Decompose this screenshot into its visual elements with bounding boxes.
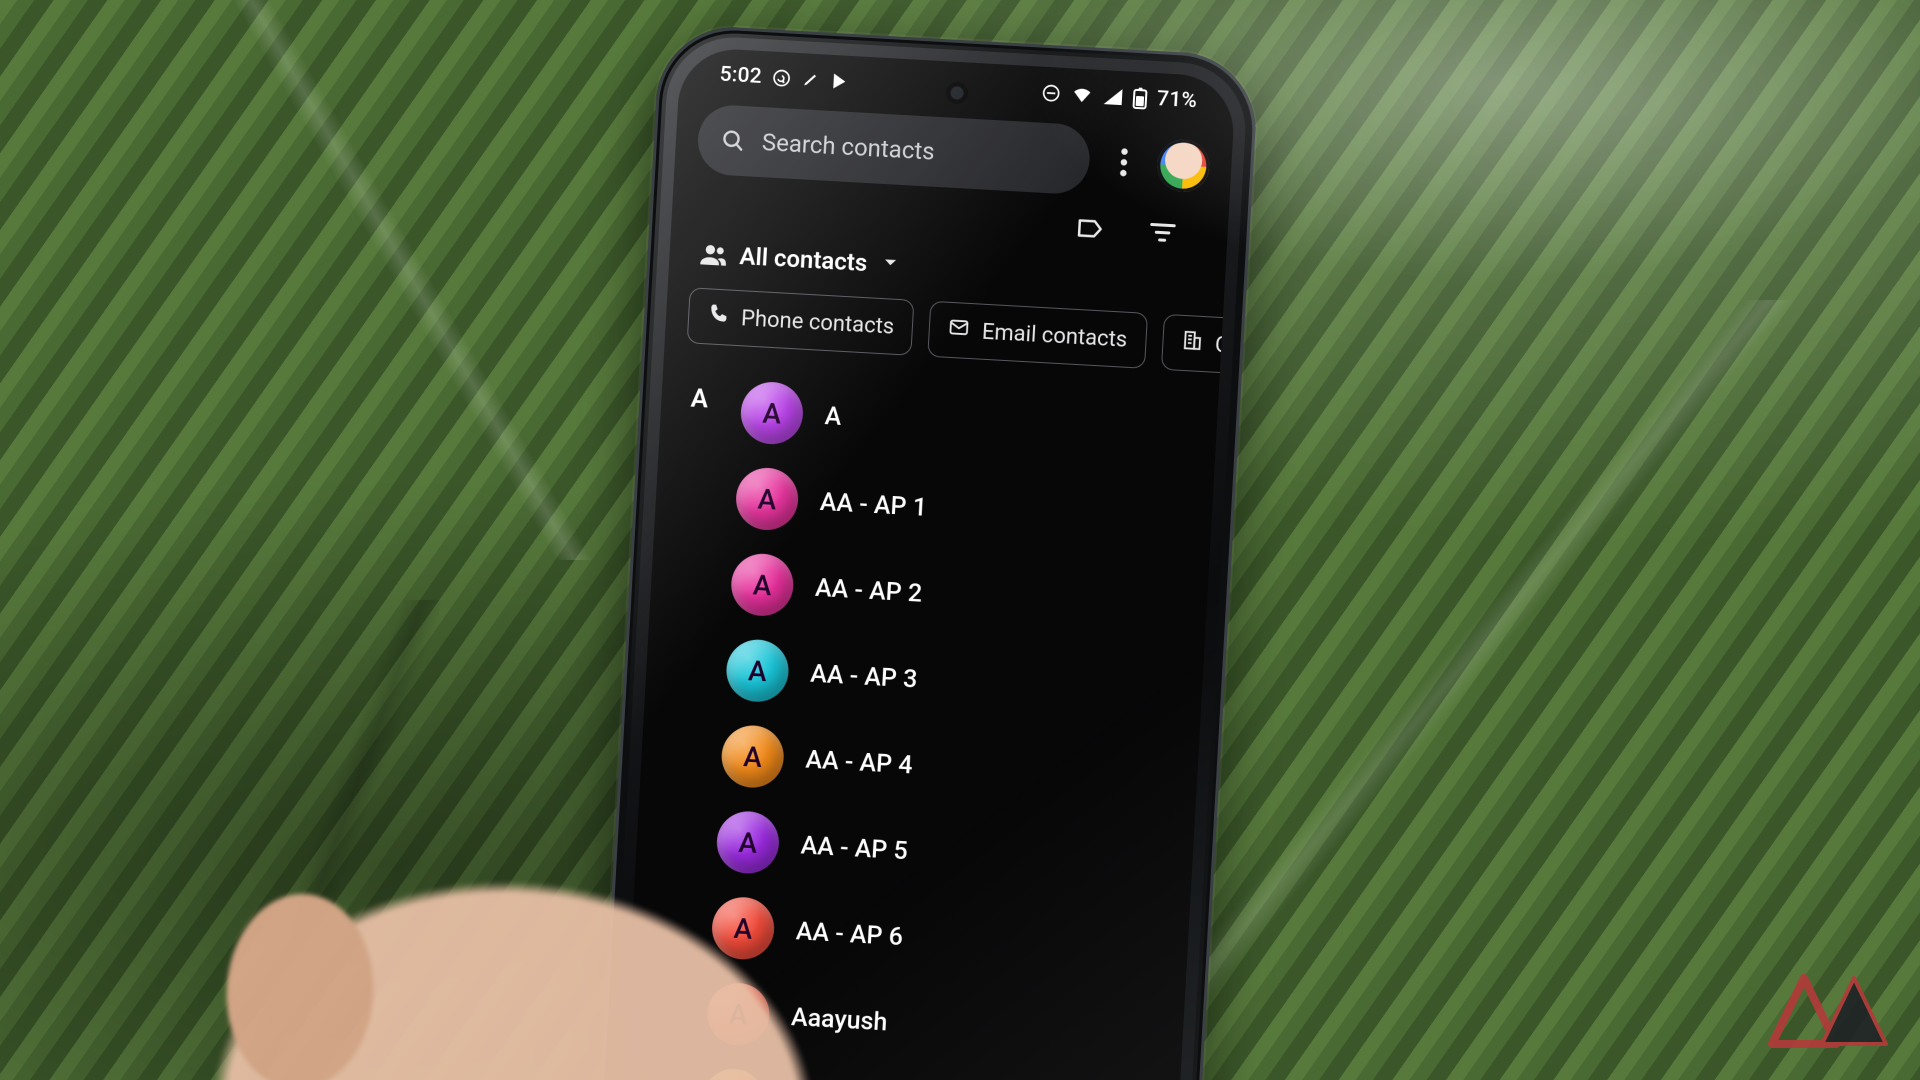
contact-avatar: A	[706, 981, 771, 1046]
company-icon	[1180, 329, 1204, 358]
status-time: 5:02	[719, 63, 762, 89]
search-icon	[719, 127, 746, 154]
chip-label: Email contacts	[981, 319, 1128, 352]
battery-icon	[1132, 87, 1147, 110]
signal-icon	[1103, 87, 1124, 106]
filter-button[interactable]	[1140, 210, 1184, 254]
chip-label: Company	[1214, 332, 1236, 362]
screen: 5:02	[612, 46, 1236, 1080]
section-a: A AAAAA - AP 1AAA - AP 2AAA - AP 3AAA - …	[620, 364, 1218, 1080]
phone: 5:02	[589, 23, 1260, 1080]
contact-name: Aaayush	[790, 1003, 888, 1037]
stylus-icon	[801, 70, 820, 89]
play-store-icon	[829, 71, 850, 92]
chip-label: Phone contacts	[740, 306, 894, 340]
search-bar[interactable]: Search contacts	[696, 104, 1091, 196]
contacts-source-label: All contacts	[739, 242, 868, 277]
contact-name: AA - AP 4	[805, 745, 913, 780]
contact-avatar: A	[739, 380, 804, 445]
contact-avatar: A	[710, 896, 775, 961]
status-battery: 71%	[1156, 87, 1197, 113]
contact-avatar: A	[715, 810, 780, 875]
phone-body: 5:02	[589, 23, 1260, 1080]
watermark-logo	[1762, 960, 1892, 1060]
chevron-down-icon	[878, 251, 901, 278]
contact-name: A	[824, 402, 842, 432]
contact-name: AA - AP 6	[795, 917, 903, 952]
wifi-icon	[1071, 85, 1094, 104]
phone-icon	[706, 302, 730, 331]
label-button[interactable]	[1069, 206, 1113, 250]
contact-avatar: A	[730, 552, 795, 617]
contact-name: AA - AP 2	[814, 573, 922, 608]
contact-name: AA - AP 1	[819, 487, 927, 522]
photo-background: 5:02	[0, 0, 1920, 1080]
more-options-button[interactable]	[1102, 126, 1146, 198]
contact-avatar: A	[734, 466, 799, 531]
chip-email-contacts[interactable]: Email contacts	[928, 301, 1148, 369]
people-icon	[699, 240, 729, 270]
chip-phone-contacts[interactable]: Phone contacts	[687, 287, 915, 355]
search-placeholder: Search contacts	[761, 128, 935, 166]
contacts-list[interactable]: A AAAAA - AP 1AAA - AP 2AAA - AP 3AAA - …	[620, 358, 1219, 1080]
contact-avatar: A	[720, 724, 785, 789]
chip-company[interactable]: Company	[1161, 314, 1237, 379]
dnd-icon	[1041, 83, 1062, 104]
contact-avatar: A	[701, 1067, 766, 1080]
whatsapp-icon	[771, 68, 792, 89]
account-avatar[interactable]	[1156, 138, 1211, 193]
email-icon	[947, 316, 971, 345]
contact-name: AA - AP 5	[800, 831, 908, 866]
contact-avatar: A	[725, 638, 790, 703]
contact-name: AA - AP 3	[810, 659, 918, 694]
